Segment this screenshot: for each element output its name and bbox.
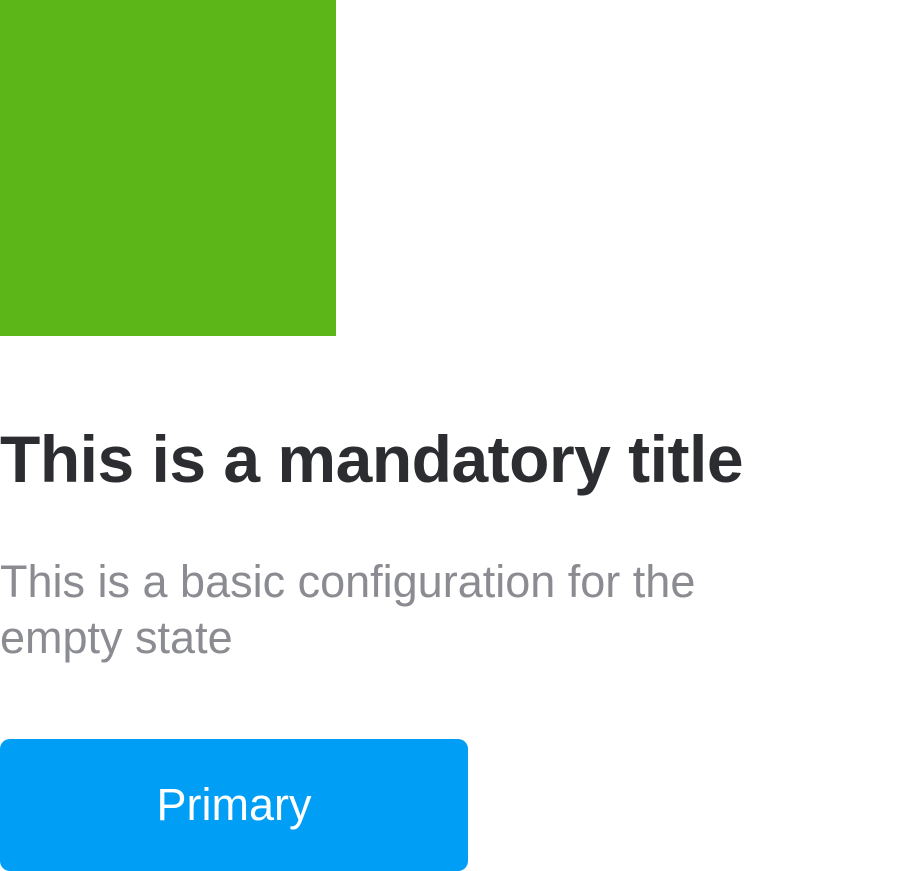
empty-state-illustration: [0, 0, 336, 336]
empty-state-title: This is a mandatory title: [0, 422, 744, 496]
primary-button[interactable]: Primary: [0, 739, 468, 871]
empty-state: This is a mandatory title This is a basi…: [0, 0, 900, 871]
empty-state-description: This is a basic configuration for the em…: [0, 556, 696, 663]
